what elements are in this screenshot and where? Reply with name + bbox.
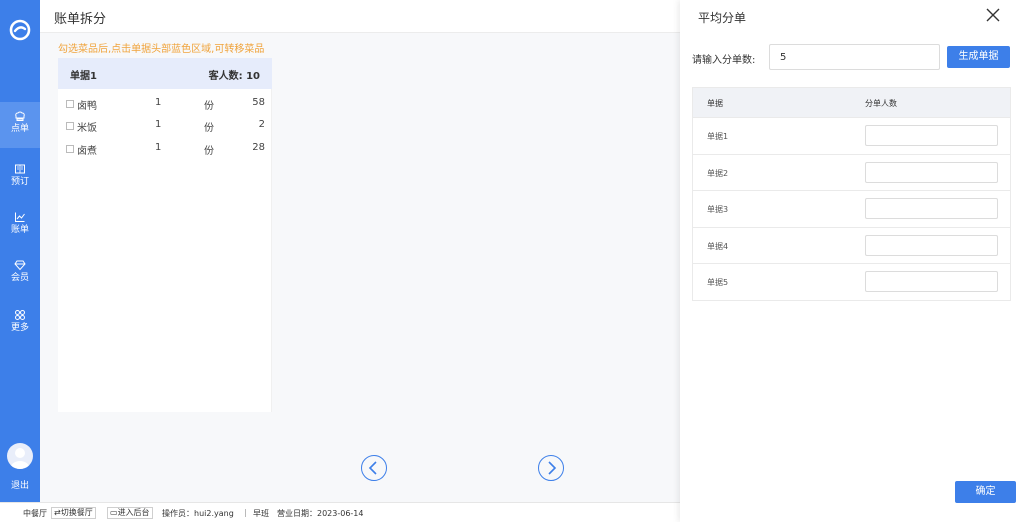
dish-name: 卤煮	[77, 146, 97, 157]
column-header-people: 分单人数	[865, 99, 897, 108]
dish-name: 卤鸭	[77, 101, 97, 112]
dish-price: 58	[252, 97, 265, 108]
dish-qty: 1	[155, 119, 162, 130]
dish-checkbox[interactable]	[66, 100, 74, 108]
table-row: 单据4	[693, 226, 1010, 264]
split-people-input[interactable]	[865, 271, 998, 293]
business-date: 营业日期：2023-06-14	[277, 509, 364, 518]
row-bill-name: 单据5	[707, 278, 729, 288]
row-bill-name: 单据4	[707, 241, 729, 251]
row-bill-name: 单据1	[707, 132, 729, 141]
book-icon	[15, 164, 25, 174]
dish-unit: 份	[204, 123, 214, 134]
column-header-bill: 单据	[707, 99, 723, 108]
user-icon	[10, 448, 30, 469]
list-item: 卤鸭 1 份 58	[58, 96, 272, 118]
dish-qty: 1	[155, 97, 162, 108]
dish-qty: 1	[155, 142, 162, 153]
swap-icon: ⇄	[54, 508, 61, 517]
bill-name: 单据1	[70, 71, 97, 82]
sidebar: 点单 预订 账单 会员 更多 退出	[0, 0, 40, 502]
monitor-icon: ▭	[110, 508, 118, 517]
sidebar-item-label: 更多	[10, 323, 29, 333]
backend-button[interactable]: ▭进入后台	[107, 507, 153, 519]
chevron-left-icon	[368, 461, 377, 475]
chef-hat-icon	[15, 111, 25, 121]
split-count-label: 请输入分单数:	[692, 55, 756, 66]
app-logo-icon	[9, 19, 31, 41]
sidebar-item-bills[interactable]: 账单	[0, 203, 40, 249]
table-row: 单据3	[693, 190, 1010, 227]
hint-text: 勾选菜品后,点击单据头部蓝色区域,可转移菜品	[58, 44, 265, 55]
operator: 操作员：hui2.yang	[162, 509, 234, 518]
page-title: 账单拆分	[54, 12, 107, 27]
diamond-icon	[14, 260, 26, 271]
table-row: 单据1	[693, 117, 1010, 154]
panel-title: 平均分单	[698, 11, 747, 25]
split-people-input[interactable]	[865, 161, 998, 183]
next-page-button[interactable]	[538, 455, 564, 481]
bill-header[interactable]: 单据1 客人数: 10	[58, 58, 272, 89]
page-header: 账单拆分	[40, 0, 680, 33]
row-bill-name: 单据3	[707, 205, 729, 215]
dish-checkbox[interactable]	[66, 145, 74, 153]
dish-checkbox[interactable]	[66, 122, 74, 130]
list-item: 米饭 1 份 2	[58, 118, 272, 140]
close-icon[interactable]	[985, 7, 1001, 23]
sidebar-item-label: 预订	[10, 177, 29, 187]
table-row: 单据5	[693, 263, 1010, 300]
average-split-panel: 平均分单 请输入分单数: 生成单据 单据 分单人数 单据1 单据2 单据3 单据…	[680, 0, 1024, 522]
generate-bills-button[interactable]: 生成单据	[947, 46, 1010, 68]
dish-price: 2	[258, 119, 265, 130]
confirm-button[interactable]: 确定	[955, 481, 1016, 503]
split-people-input[interactable]	[865, 125, 998, 146]
sidebar-item-more[interactable]: 更多	[0, 301, 40, 347]
shift: 早班	[253, 509, 269, 518]
prev-page-button[interactable]	[361, 455, 387, 481]
list-item: 卤煮 1 份 28	[58, 141, 272, 163]
dish-name: 米饭	[77, 123, 97, 134]
separator: |	[244, 508, 247, 517]
split-people-input[interactable]	[865, 198, 998, 220]
bill-card: 单据1 客人数: 10 卤鸭 1 份 58 米饭 1 份 2 卤煮 1 份 28	[58, 58, 272, 412]
sidebar-item-members[interactable]: 会员	[0, 251, 40, 297]
table-row: 单据2	[693, 153, 1010, 191]
switch-hall-button[interactable]: ⇄切换餐厅	[51, 507, 96, 519]
split-table: 单据 分单人数 单据1 单据2 单据3 单据4 单据5	[692, 87, 1011, 301]
avatar[interactable]	[7, 443, 33, 469]
chevron-right-icon	[548, 461, 557, 475]
chart-icon	[15, 212, 25, 222]
sidebar-item-label: 会员	[10, 273, 29, 283]
logout-button[interactable]: 退出	[0, 478, 40, 491]
dish-unit: 份	[204, 146, 214, 157]
sidebar-item-order[interactable]: 点单	[0, 102, 40, 148]
sidebar-item-label: 账单	[10, 225, 29, 235]
hall-name: 中餐厅	[23, 509, 47, 518]
sidebar-item-label: 点单	[10, 124, 29, 134]
split-count-input[interactable]	[769, 44, 940, 70]
dish-unit: 份	[204, 101, 214, 112]
guest-count: 客人数: 10	[208, 71, 260, 82]
dish-price: 28	[252, 142, 265, 153]
split-people-input[interactable]	[865, 234, 998, 256]
row-bill-name: 单据2	[707, 168, 729, 178]
status-bar: 中餐厅 ⇄切换餐厅 ▭进入后台 操作员：hui2.yang | 早班 营业日期：…	[0, 502, 680, 522]
table-header: 单据 分单人数	[693, 88, 1010, 117]
grid-icon	[15, 310, 25, 320]
sidebar-item-reservation[interactable]: 预订	[0, 155, 40, 201]
